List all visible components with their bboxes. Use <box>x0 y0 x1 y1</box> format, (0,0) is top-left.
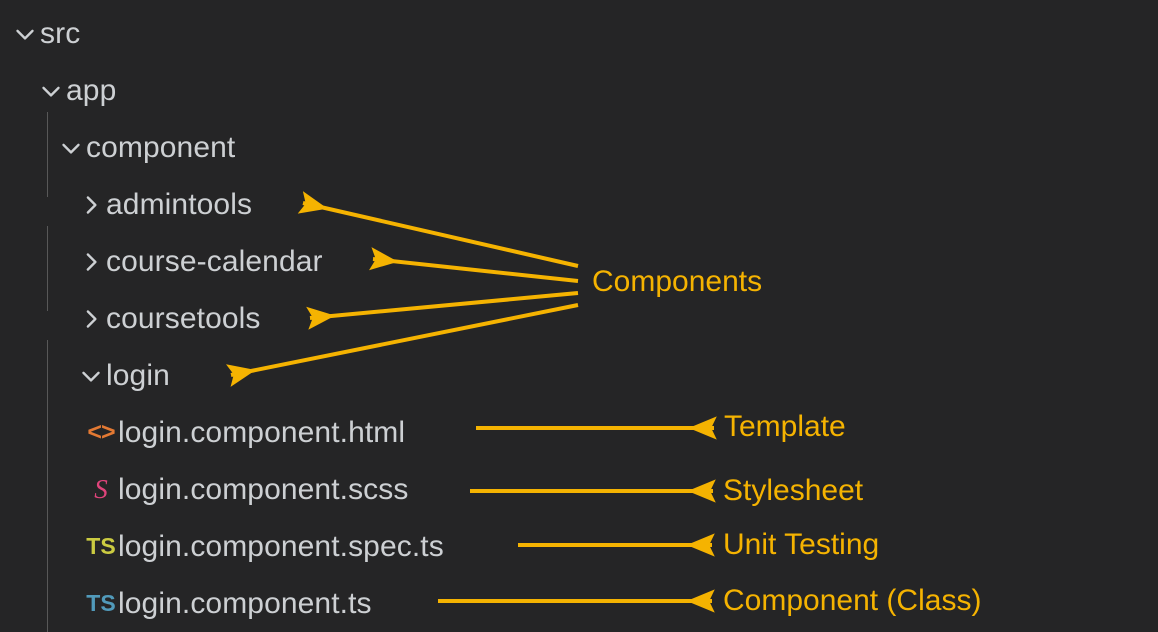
chevron-down-icon[interactable] <box>56 133 86 163</box>
tree-row-login-component-spec-ts[interactable]: TS login.component.spec.ts <box>0 518 444 575</box>
scss-file-icon: S <box>94 474 108 504</box>
tree-row-login-component-scss[interactable]: S login.component.scss <box>0 461 409 518</box>
arrow-to-admintools <box>297 191 579 268</box>
tree-row-app[interactable]: app <box>0 62 116 119</box>
tree-row-component[interactable]: component <box>0 119 235 176</box>
arrow-to-login <box>225 303 579 387</box>
chevron-down-icon[interactable] <box>36 76 66 106</box>
tree-row-coursetools[interactable]: coursetools <box>0 290 261 347</box>
tree-item-label: admintools <box>106 187 253 221</box>
vscode-explorer-annotated-diagram: src app component admintools course-cale… <box>0 0 1158 632</box>
annotation-stylesheet: Stylesheet <box>723 474 864 507</box>
tree-row-login-component-ts[interactable]: TS login.component.ts <box>0 575 372 632</box>
tree-row-login[interactable]: login <box>0 347 170 404</box>
arrow-to-course-calendar <box>368 247 579 283</box>
tree-item-label: course-calendar <box>106 244 323 278</box>
tree-row-course-calendar[interactable]: course-calendar <box>0 233 323 290</box>
chevron-right-icon[interactable] <box>76 190 106 220</box>
tree-row-admintools[interactable]: admintools <box>0 176 252 233</box>
chevron-down-icon[interactable] <box>76 361 106 391</box>
tree-item-label: src <box>40 16 81 50</box>
tree-row-login-component-html[interactable]: <> login.component.html <box>0 404 405 461</box>
tree-item-label: app <box>66 73 117 107</box>
annotation-component-class: Component (Class) <box>723 584 982 617</box>
tree-item-label: coursetools <box>106 301 261 335</box>
chevron-right-icon[interactable] <box>76 247 106 277</box>
tree-item-label: login.component.scss <box>118 472 409 506</box>
tree-item-label: login.component.spec.ts <box>118 529 444 563</box>
ts-spec-file-icon: TS <box>86 533 116 559</box>
tree-item-label: login.component.ts <box>118 586 372 620</box>
chevron-right-icon[interactable] <box>76 304 106 334</box>
tree-item-label: login <box>106 358 170 392</box>
chevron-down-icon[interactable] <box>10 19 40 49</box>
arrow-to-coursetools <box>306 291 579 330</box>
tree-item-label: login.component.html <box>118 415 406 449</box>
tree-row-src[interactable]: src <box>0 5 80 62</box>
html-file-icon: <> <box>87 418 115 446</box>
annotation-template: Template <box>724 410 846 443</box>
annotation-unit-testing: Unit Testing <box>723 528 880 561</box>
ts-file-icon: TS <box>86 590 116 616</box>
annotation-components: Components <box>592 265 763 298</box>
tree-item-label: component <box>86 130 236 164</box>
